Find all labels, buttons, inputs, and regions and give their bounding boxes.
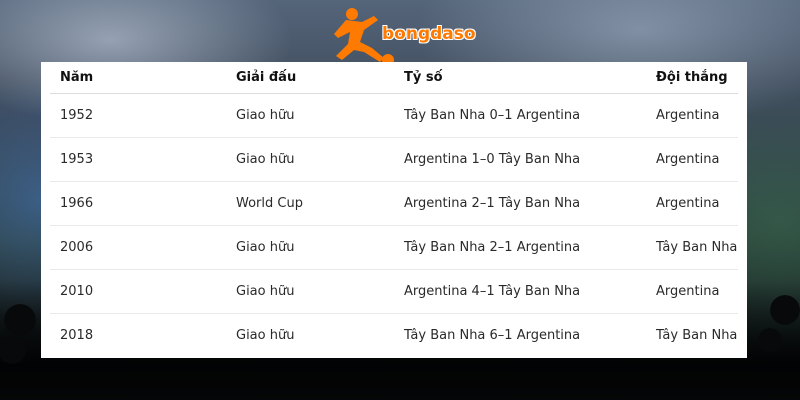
cell-score: Argentina 2–1 Tây Ban Nha: [394, 181, 646, 226]
cell-winner: Argentina: [646, 137, 738, 182]
column-header-year: Năm: [50, 62, 226, 94]
cell-competition: World Cup: [226, 181, 394, 226]
cell-competition: Giao hữu: [226, 137, 394, 182]
cell-year: 1953: [50, 137, 226, 182]
table-row: 1966 World Cup Argentina 2–1 Tây Ban Nha…: [50, 181, 738, 226]
head-to-head-table: Năm Giải đấu Tỷ số Đội thắng 1952 Giao h…: [50, 62, 738, 357]
cell-year: 2010: [50, 269, 226, 314]
cell-competition: Giao hữu: [226, 225, 394, 270]
logo-wordmark: bongdaso: [382, 24, 476, 44]
cell-score: Tây Ban Nha 0–1 Argentina: [394, 93, 646, 138]
cell-year: 1952: [50, 93, 226, 138]
column-header-competition: Giải đấu: [226, 62, 394, 94]
cell-year: 2018: [60, 328, 94, 343]
cell-competition: Giao hữu: [226, 269, 394, 314]
table-row: 1952 Giao hữu Tây Ban Nha 0–1 Argentina …: [50, 93, 738, 138]
table-header-row: Năm Giải đấu Tỷ số Đội thắng: [50, 62, 738, 94]
cell-competition: Giao hữu: [226, 93, 394, 138]
column-header-winner: Đội thắng: [646, 62, 738, 94]
cell-winner: Tây Ban Nha: [656, 328, 738, 343]
table-row: 2006 Giao hữu Tây Ban Nha 2–1 Argentina …: [50, 225, 738, 270]
table-row: 2018 Giao hữu Tây Ban Nha 6–1 Argentina …: [50, 314, 738, 358]
cell-score: Argentina 4–1 Tây Ban Nha: [394, 269, 646, 314]
cell-competition: Giao hữu: [236, 328, 295, 343]
cell-score: Argentina 1–0 Tây Ban Nha: [394, 137, 646, 182]
cell-winner: Argentina: [646, 93, 738, 138]
cell-winner: Argentina: [646, 181, 738, 226]
table-row: 1953 Giao hữu Argentina 1–0 Tây Ban Nha …: [50, 137, 738, 182]
site-logo[interactable]: bongdaso: [326, 4, 496, 68]
cell-year: 2006: [50, 225, 226, 270]
cell-score: Tây Ban Nha 2–1 Argentina: [394, 225, 646, 270]
cell-winner: Argentina: [646, 269, 738, 314]
table-row: 2010 Giao hữu Argentina 4–1 Tây Ban Nha …: [50, 269, 738, 314]
column-header-score: Tỷ số: [394, 62, 646, 94]
cell-winner: Tây Ban Nha: [646, 225, 738, 270]
cell-year: 1966: [50, 181, 226, 226]
head-to-head-table-panel: Năm Giải đấu Tỷ số Đội thắng 1952 Giao h…: [41, 62, 747, 358]
cell-score: Tây Ban Nha 6–1 Argentina: [404, 328, 581, 343]
